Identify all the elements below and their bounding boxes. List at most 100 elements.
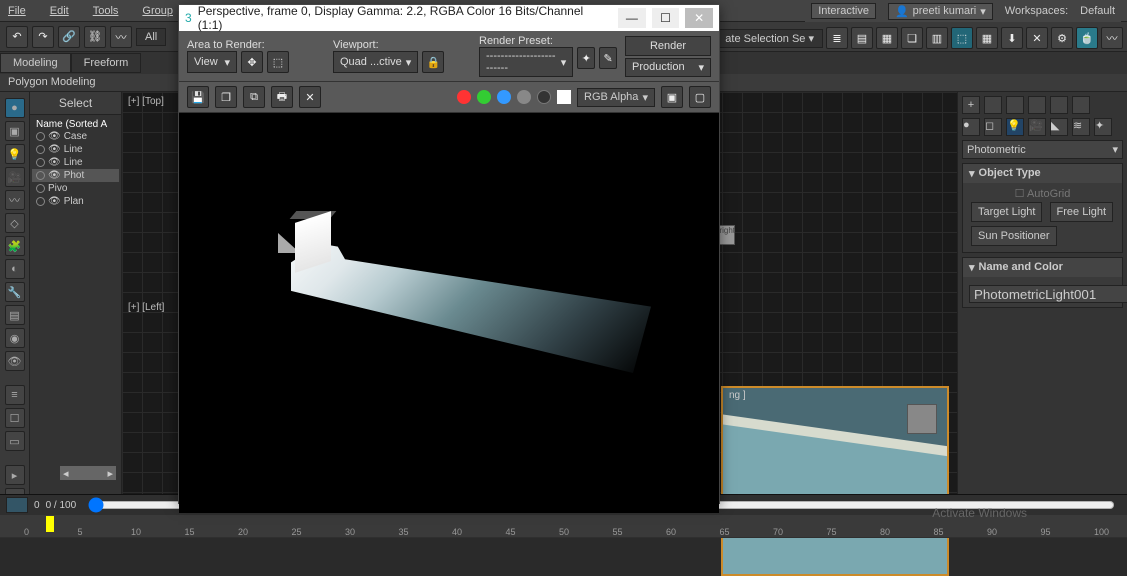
tb-icon-5[interactable]: ▥ [926, 27, 948, 49]
menu-edit[interactable]: Edit [50, 5, 69, 17]
link-icon[interactable]: 🔗 [58, 26, 80, 48]
save-icon[interactable]: 💾 [187, 86, 209, 108]
lbtn-modify-icon[interactable]: 🔧 [5, 282, 25, 302]
lbtn-space-icon[interactable]: ◇ [5, 213, 25, 233]
sub-systems-icon[interactable]: ✦ [1094, 118, 1112, 136]
preset-tool-icon[interactable]: ✦ [577, 47, 595, 69]
render-preset-dropdown[interactable]: -------------------------▾ [479, 47, 573, 77]
tb-icon-8[interactable]: ⬇ [1001, 27, 1023, 49]
scene-item[interactable]: 👁Line [32, 143, 119, 156]
copy-icon[interactable]: ❐ [215, 86, 237, 108]
sub-shapes-icon[interactable]: ◻ [984, 118, 1002, 136]
interactive-label[interactable]: Interactive [811, 3, 876, 19]
lbtn-sphere-icon[interactable]: ● [5, 98, 25, 118]
render-output-canvas[interactable] [179, 113, 719, 513]
lbtn-motion-icon[interactable]: ◉ [5, 328, 25, 348]
tb-teapot-icon[interactable]: 🍵 [1076, 27, 1098, 49]
tab-hierarchy-icon[interactable] [1006, 96, 1024, 114]
area-to-render-dropdown[interactable]: View▾ [187, 51, 237, 73]
object-name-input[interactable] [969, 285, 1127, 303]
scene-item-selected[interactable]: 👁Phot [32, 169, 119, 182]
tb-icon-2[interactable]: ▤ [851, 27, 873, 49]
redo-icon[interactable]: ↷ [32, 26, 54, 48]
tb-icon-3[interactable]: ▦ [876, 27, 898, 49]
viewport-dropdown[interactable]: Quad ...ctive▾ [333, 51, 418, 73]
maximize-button[interactable]: ☐ [652, 8, 680, 28]
preset-edit-icon[interactable]: ✎ [599, 47, 617, 69]
viewport-layout-icon[interactable] [6, 497, 28, 513]
scene-item[interactable]: Pivo [32, 182, 119, 195]
user-account[interactable]: 👤preeti kumari ▾ [888, 3, 993, 20]
lbtn-box-icon[interactable]: ☐ [5, 408, 25, 428]
sub-spacewarps-icon[interactable]: ≋ [1072, 118, 1090, 136]
render-window-titlebar[interactable]: 3 Perspective, frame 0, Display Gamma: 2… [179, 5, 719, 31]
channel-red-icon[interactable] [457, 90, 471, 104]
window-a-icon[interactable]: ▣ [661, 86, 683, 108]
keyframe-marker[interactable] [46, 516, 54, 532]
lbtn-select-icon[interactable]: ▣ [5, 121, 25, 141]
scene-item[interactable]: 👁Case [32, 130, 119, 143]
render-button[interactable]: Render [625, 36, 711, 56]
tb-icon-9[interactable]: ✕ [1026, 27, 1048, 49]
lbtn-display-icon[interactable]: 👁 [5, 351, 25, 371]
lbtn-layer-icon[interactable]: ▭ [5, 431, 25, 451]
tab-create-icon[interactable]: + [962, 96, 980, 114]
visibility-icon[interactable] [36, 197, 45, 206]
autogrid-checkbox[interactable]: ☐ AutoGrid [969, 187, 1116, 200]
channel-mono-icon[interactable] [537, 90, 551, 104]
tb-icon-11[interactable]: 〰 [1101, 27, 1123, 49]
tb-icon-6[interactable]: ⬚ [951, 27, 973, 49]
sub-helpers-icon[interactable]: ◣ [1050, 118, 1068, 136]
tb-icon-10[interactable]: ⚙ [1051, 27, 1073, 49]
production-dropdown[interactable]: Production▾ [625, 58, 711, 77]
clone-icon[interactable]: ⧉ [243, 86, 265, 108]
rollout-header[interactable]: ▾Name and Color [963, 258, 1122, 277]
region-icon[interactable]: ✥ [241, 51, 263, 73]
tab-modeling[interactable]: Modeling [0, 53, 71, 73]
unlink-icon[interactable]: ⛓ [84, 26, 106, 48]
viewcube-icon[interactable] [907, 404, 937, 434]
channel-alpha-icon[interactable] [517, 90, 531, 104]
selset-dropdown[interactable]: ate Selection Se ▾ [716, 29, 823, 48]
visibility-icon[interactable] [36, 145, 45, 154]
viewport-top-label[interactable]: [+] [Top] [128, 96, 164, 107]
minimize-button[interactable]: — [618, 8, 646, 28]
sub-lights-icon[interactable]: 💡 [1006, 118, 1024, 136]
sun-positioner-button[interactable]: Sun Positioner [971, 226, 1057, 246]
lock-icon[interactable]: 🔒 [422, 51, 444, 73]
print-icon[interactable]: 🖶 [271, 86, 293, 108]
tb-icon-1[interactable]: ≣ [826, 27, 848, 49]
tb-icon-4[interactable]: ❏ [901, 27, 923, 49]
clear-icon[interactable]: ✕ [299, 86, 321, 108]
lbtn-play-icon[interactable]: ▸ [5, 465, 25, 485]
category-dropdown[interactable]: Photometric▾ [962, 140, 1123, 159]
lbtn-system-icon[interactable]: 🧩 [5, 236, 25, 256]
menu-file[interactable]: File [8, 5, 26, 17]
visibility-icon[interactable] [36, 158, 45, 167]
window-b-icon[interactable]: ▢ [689, 86, 711, 108]
channel-dropdown[interactable]: RGB Alpha▾ [577, 88, 655, 107]
channel-all-icon[interactable] [557, 90, 571, 104]
tab-motion-icon[interactable] [1028, 96, 1046, 114]
viewport-left-label[interactable]: [+] [Left] [128, 302, 164, 313]
lbtn-hierarchy-icon[interactable]: ▤ [5, 305, 25, 325]
workspaces-value[interactable]: Default [1080, 5, 1115, 17]
sub-cameras-icon[interactable]: 🎥 [1028, 118, 1046, 136]
visibility-icon[interactable] [36, 184, 45, 193]
bind-icon[interactable]: 〰 [110, 26, 132, 48]
undo-icon[interactable]: ↶ [6, 26, 28, 48]
tab-modify-icon[interactable] [984, 96, 1002, 114]
scene-sort-header[interactable]: Name (Sorted A [32, 119, 119, 130]
scene-item[interactable]: 👁Line [32, 156, 119, 169]
crop-icon[interactable]: ⬚ [267, 51, 289, 73]
rollout-header[interactable]: ▾Object Type [963, 164, 1122, 183]
scene-hscroll[interactable]: ◂▸ [60, 466, 116, 480]
visibility-icon[interactable] [36, 132, 45, 141]
scene-item[interactable]: 👁Plan [32, 195, 119, 208]
lbtn-list-icon[interactable]: ≡ [5, 385, 25, 405]
close-button[interactable]: ✕ [685, 8, 713, 28]
lbtn-helper-icon[interactable]: 〰 [5, 190, 25, 210]
target-light-button[interactable]: Target Light [971, 202, 1042, 222]
all-filter[interactable]: All [136, 28, 166, 46]
channel-blue-icon[interactable] [497, 90, 511, 104]
